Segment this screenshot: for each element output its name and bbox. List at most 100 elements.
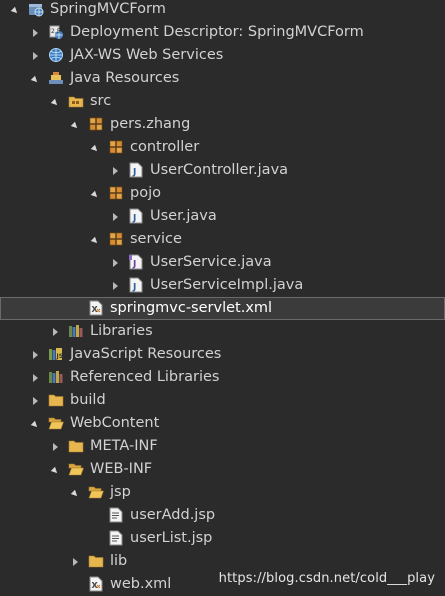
collapse-arrow-icon[interactable] <box>8 0 22 21</box>
tree-item[interactable]: src <box>0 90 445 113</box>
tree-item-label: jsp <box>110 484 131 500</box>
svg-text:2.5: 2.5 <box>51 28 61 35</box>
tree-item[interactable]: JAX-WS Web Services <box>0 44 445 67</box>
collapse-arrow-icon[interactable] <box>48 458 62 481</box>
tree-item[interactable]: SpringMVCForm <box>0 0 445 21</box>
tree-item-label: springmvc-servlet.xml <box>110 300 273 316</box>
tree-item-label: JavaScript Resources <box>70 346 222 362</box>
tree-item[interactable]: WebContent <box>0 412 445 435</box>
collapse-arrow-icon[interactable] <box>68 113 82 136</box>
collapse-arrow-icon[interactable] <box>88 182 102 205</box>
project-explorer-tree: SpringMVCForm 2.5 Deployment Descriptor: S… <box>0 0 445 596</box>
xml-file-icon: X <box>88 576 104 592</box>
java-file-icon: J <box>128 277 144 293</box>
tree-item[interactable]: J UserService.java <box>0 251 445 274</box>
java-interface-file-icon: J <box>128 254 144 270</box>
tree-item-label: WEB-INF <box>90 461 153 477</box>
tree-item-label: service <box>130 231 182 247</box>
collapse-arrow-icon[interactable] <box>28 67 42 90</box>
collapse-arrow-icon[interactable] <box>28 412 42 435</box>
folder-open-icon <box>48 415 64 431</box>
tree-item[interactable]: userAdd.jsp <box>0 504 445 527</box>
libraries-icon <box>68 323 84 339</box>
jsp-file-icon <box>108 507 124 523</box>
tree-item[interactable]: pers.zhang <box>0 113 445 136</box>
package-icon <box>108 139 124 155</box>
expand-arrow-icon[interactable] <box>48 435 62 458</box>
tree-item-label: JAX-WS Web Services <box>70 47 224 63</box>
svg-text:J: J <box>132 168 136 178</box>
tree-item-label: pers.zhang <box>110 116 191 132</box>
tree-item[interactable]: Xspringmvc-servlet.xml <box>0 297 445 320</box>
tree-item-label: META-INF <box>90 438 158 454</box>
java-file-icon: J <box>128 162 144 178</box>
tree-item[interactable]: pojo <box>0 182 445 205</box>
tree-item-label: pojo <box>130 185 161 201</box>
tree-item[interactable]: META-INF <box>0 435 445 458</box>
tree-item[interactable]: service <box>0 228 445 251</box>
tree-item-label: controller <box>130 139 200 155</box>
tree-item-label: UserServiceImpl.java <box>150 277 304 293</box>
folder-icon <box>48 392 64 408</box>
tree-item[interactable]: J UserController.java <box>0 159 445 182</box>
java-resources-icon <box>48 70 64 86</box>
tree-item-label: lib <box>110 553 128 569</box>
tree-item-label: Java Resources <box>70 70 180 86</box>
javascript-resources-icon: JS <box>48 346 64 362</box>
watermark-text: https://blog.csdn.net/cold___play <box>218 571 435 586</box>
tree-item[interactable]: Java Resources <box>0 67 445 90</box>
tree-item[interactable]: controller <box>0 136 445 159</box>
xml-file-icon: X <box>88 300 104 316</box>
libraries-icon <box>48 369 64 385</box>
web-services-icon <box>48 47 64 63</box>
collapse-arrow-icon[interactable] <box>88 136 102 159</box>
tree-item[interactable]: J UserServiceImpl.java <box>0 274 445 297</box>
tree-item[interactable]: jsp <box>0 481 445 504</box>
tree-item[interactable]: JS JavaScript Resources <box>0 343 445 366</box>
folder-open-icon <box>68 461 84 477</box>
source-folder-icon <box>68 93 84 109</box>
expand-arrow-icon[interactable] <box>108 205 122 228</box>
tree-item-label: UserController.java <box>150 162 289 178</box>
package-icon <box>88 116 104 132</box>
web-project-icon <box>28 1 44 17</box>
jsp-file-icon <box>108 530 124 546</box>
tree-item[interactable]: userList.jsp <box>0 527 445 550</box>
collapse-arrow-icon[interactable] <box>48 90 62 113</box>
tree-item[interactable]: 2.5 Deployment Descriptor: SpringMVCForm <box>0 21 445 44</box>
tree-item-label: build <box>70 392 106 408</box>
svg-text:JS: JS <box>56 353 64 360</box>
tree-item[interactable]: J User.java <box>0 205 445 228</box>
tree-item[interactable]: WEB-INF <box>0 458 445 481</box>
tree-item-label: userAdd.jsp <box>130 507 216 523</box>
svg-text:J: J <box>132 283 136 293</box>
collapse-arrow-icon[interactable] <box>88 228 102 251</box>
folder-open-icon <box>88 484 104 500</box>
collapse-arrow-icon[interactable] <box>68 481 82 504</box>
expand-arrow-icon[interactable] <box>48 320 62 343</box>
folder-icon <box>88 553 104 569</box>
expand-arrow-icon[interactable] <box>28 21 42 44</box>
package-icon <box>108 185 124 201</box>
tree-item[interactable]: Referenced Libraries <box>0 366 445 389</box>
folder-icon <box>68 438 84 454</box>
tree-item[interactable]: build <box>0 389 445 412</box>
expand-arrow-icon[interactable] <box>108 274 122 297</box>
tree-item-label: UserService.java <box>150 254 272 270</box>
tree-item-label: Libraries <box>90 323 153 339</box>
tree-item-label: web.xml <box>110 576 172 592</box>
expand-arrow-icon[interactable] <box>28 389 42 412</box>
expand-arrow-icon[interactable] <box>108 251 122 274</box>
tree-item-label: SpringMVCForm <box>50 1 166 17</box>
tree-item-label: Referenced Libraries <box>70 369 220 385</box>
tree-item[interactable]: Libraries <box>0 320 445 343</box>
tree-item-label: Deployment Descriptor: SpringMVCForm <box>70 24 364 40</box>
expand-arrow-icon[interactable] <box>68 550 82 573</box>
svg-text:J: J <box>132 214 136 224</box>
expand-arrow-icon[interactable] <box>28 366 42 389</box>
expand-arrow-icon[interactable] <box>108 159 122 182</box>
expand-arrow-icon[interactable] <box>28 44 42 67</box>
svg-text:J: J <box>132 260 136 270</box>
expand-arrow-icon[interactable] <box>28 343 42 366</box>
tree-item[interactable]: lib <box>0 550 445 573</box>
